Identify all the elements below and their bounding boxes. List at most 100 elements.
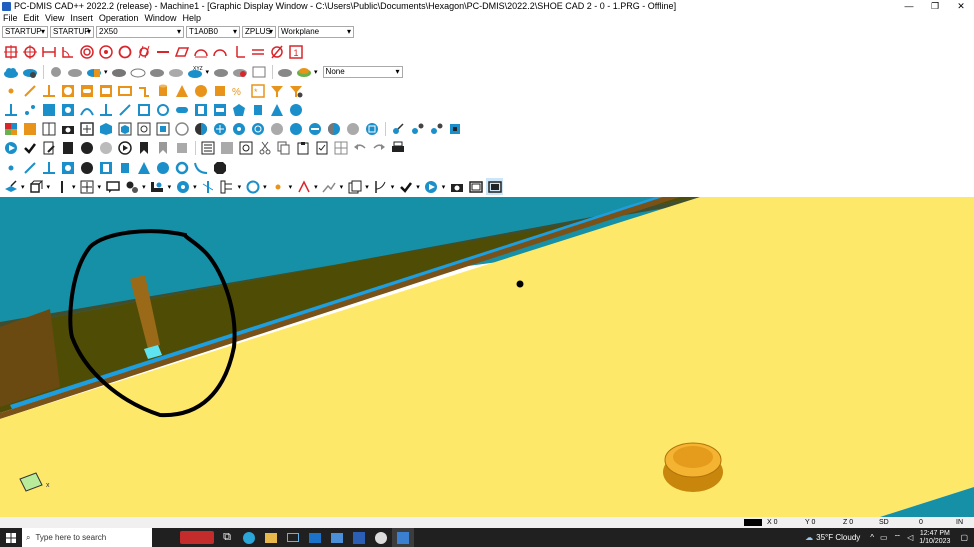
notification-icon[interactable]: ▢: [960, 533, 968, 542]
paste-icon[interactable]: [294, 139, 311, 156]
cloud-mesh-icon[interactable]: [149, 63, 166, 80]
auto-ring-icon[interactable]: [173, 159, 190, 176]
clip-plane-icon[interactable]: [306, 120, 323, 137]
polygon-icon[interactable]: [135, 82, 152, 99]
line-icon[interactable]: [21, 82, 38, 99]
menu-operation[interactable]: Operation: [99, 13, 139, 23]
concentricity-icon[interactable]: [78, 43, 95, 60]
diameter-icon[interactable]: [268, 43, 285, 60]
cloud-points-icon[interactable]: [47, 63, 64, 80]
auto-sphere-icon[interactable]: [154, 159, 171, 176]
cloud-compare-icon[interactable]: [231, 63, 248, 80]
cloud-colormap-icon[interactable]: [295, 63, 312, 80]
menu-edit[interactable]: Edit: [24, 13, 40, 23]
cloud-image-icon[interactable]: [250, 63, 267, 80]
wifi-icon[interactable]: ⌔: [894, 533, 902, 543]
section-view-icon[interactable]: [325, 120, 342, 137]
layout-icon[interactable]: [40, 120, 57, 137]
close-button[interactable]: ✕: [948, 0, 974, 12]
list-view-icon[interactable]: [199, 139, 216, 156]
hierarchy-gray-icon[interactable]: [321, 178, 338, 195]
lights-icon[interactable]: [287, 120, 304, 137]
graphic-display-window[interactable]: x: [0, 197, 974, 517]
news-widget-icon[interactable]: [178, 528, 216, 547]
cad-model-view[interactable]: x: [0, 197, 974, 517]
dot-icon[interactable]: [270, 178, 287, 195]
bookmark-outline-icon[interactable]: [154, 139, 171, 156]
cone-icon[interactable]: [173, 82, 190, 99]
cloud-filter-icon[interactable]: [111, 63, 128, 80]
outlook-icon[interactable]: [304, 528, 326, 547]
report-view-icon[interactable]: [467, 178, 484, 195]
circle-outline-icon[interactable]: [244, 178, 261, 195]
construct-notch-icon[interactable]: [211, 101, 228, 118]
auto-point-icon[interactable]: [2, 159, 19, 176]
taskbar-search[interactable]: ⌕ Type here to search: [22, 528, 152, 547]
cloud-operator-combo[interactable]: None: [322, 65, 403, 78]
translate-view-icon[interactable]: [211, 120, 228, 137]
cylinder-icon[interactable]: [154, 82, 171, 99]
play-circle-icon[interactable]: [423, 178, 440, 195]
cloud-color-icon[interactable]: [85, 63, 102, 80]
menu-file[interactable]: File: [3, 13, 18, 23]
filter-settings-icon[interactable]: [287, 82, 304, 99]
operator-icon[interactable]: [149, 178, 166, 195]
pause-icon[interactable]: [97, 139, 114, 156]
distance-dim-icon[interactable]: [40, 43, 57, 60]
probe-mode-icon[interactable]: [174, 178, 191, 195]
grid-view-icon[interactable]: [218, 139, 235, 156]
scan-icon[interactable]: [200, 178, 217, 195]
vertical-bar-icon[interactable]: [53, 178, 70, 195]
plane-icon[interactable]: [40, 82, 57, 99]
auto-feature-icon[interactable]: *: [249, 82, 266, 99]
move-icon[interactable]: [79, 178, 96, 195]
profile-surface-icon[interactable]: [211, 43, 228, 60]
pcdmis-taskbar-icon[interactable]: [392, 528, 414, 547]
sphere-icon[interactable]: [192, 82, 209, 99]
tray-chevron-icon[interactable]: ^: [870, 533, 874, 542]
color-scheme-icon[interactable]: [2, 120, 19, 137]
workplane-icon[interactable]: [2, 178, 19, 195]
construct-cone-icon[interactable]: [268, 101, 285, 118]
start-button[interactable]: [0, 528, 22, 547]
auto-cylinder-icon[interactable]: [116, 159, 133, 176]
menu-view[interactable]: View: [45, 13, 64, 23]
spin-view-icon[interactable]: [249, 120, 266, 137]
clock[interactable]: 12:47 PM 1/10/2023: [919, 530, 950, 546]
minimize-button[interactable]: —: [896, 0, 922, 12]
file-explorer-icon[interactable]: [260, 528, 282, 547]
cut-icon[interactable]: [256, 139, 273, 156]
lock-view-icon[interactable]: [268, 120, 285, 137]
mail-icon[interactable]: [282, 528, 304, 547]
document-icon[interactable]: [59, 139, 76, 156]
path-lines-icon[interactable]: [372, 178, 389, 195]
cylindricity-icon[interactable]: [135, 43, 152, 60]
media-player-icon[interactable]: [370, 528, 392, 547]
view-mode-combo[interactable]: Workplane: [278, 26, 354, 38]
cube-view-icon[interactable]: [97, 120, 114, 137]
edit-document-icon[interactable]: [40, 139, 57, 156]
tip-combo[interactable]: 2X50: [96, 26, 184, 38]
construct-square-icon[interactable]: [135, 101, 152, 118]
menu-window[interactable]: Window: [144, 13, 176, 23]
palette-icon[interactable]: [21, 120, 38, 137]
cloud-export-icon[interactable]: [276, 63, 293, 80]
torus-icon[interactable]: [211, 82, 228, 99]
camera-icon[interactable]: [59, 120, 76, 137]
dimension-info-icon[interactable]: 1: [287, 43, 304, 60]
check-icon[interactable]: [21, 139, 38, 156]
menu-insert[interactable]: Insert: [70, 13, 93, 23]
undo-icon[interactable]: [351, 139, 368, 156]
construct-polygon-icon[interactable]: [230, 101, 247, 118]
construct-cylinder-icon[interactable]: [249, 101, 266, 118]
preview-icon[interactable]: [237, 139, 254, 156]
weather-icon[interactable]: ☁: [805, 533, 813, 542]
tip-angle-combo[interactable]: T1A0B0: [186, 26, 240, 38]
execute-icon[interactable]: [2, 139, 19, 156]
3d-box-icon[interactable]: [28, 178, 45, 195]
hide-icon[interactable]: [344, 120, 361, 137]
notch-icon[interactable]: [116, 82, 133, 99]
construct-points-icon[interactable]: [21, 101, 38, 118]
construct-plane-set-icon[interactable]: [40, 101, 57, 118]
probe-head-icon[interactable]: [446, 120, 463, 137]
